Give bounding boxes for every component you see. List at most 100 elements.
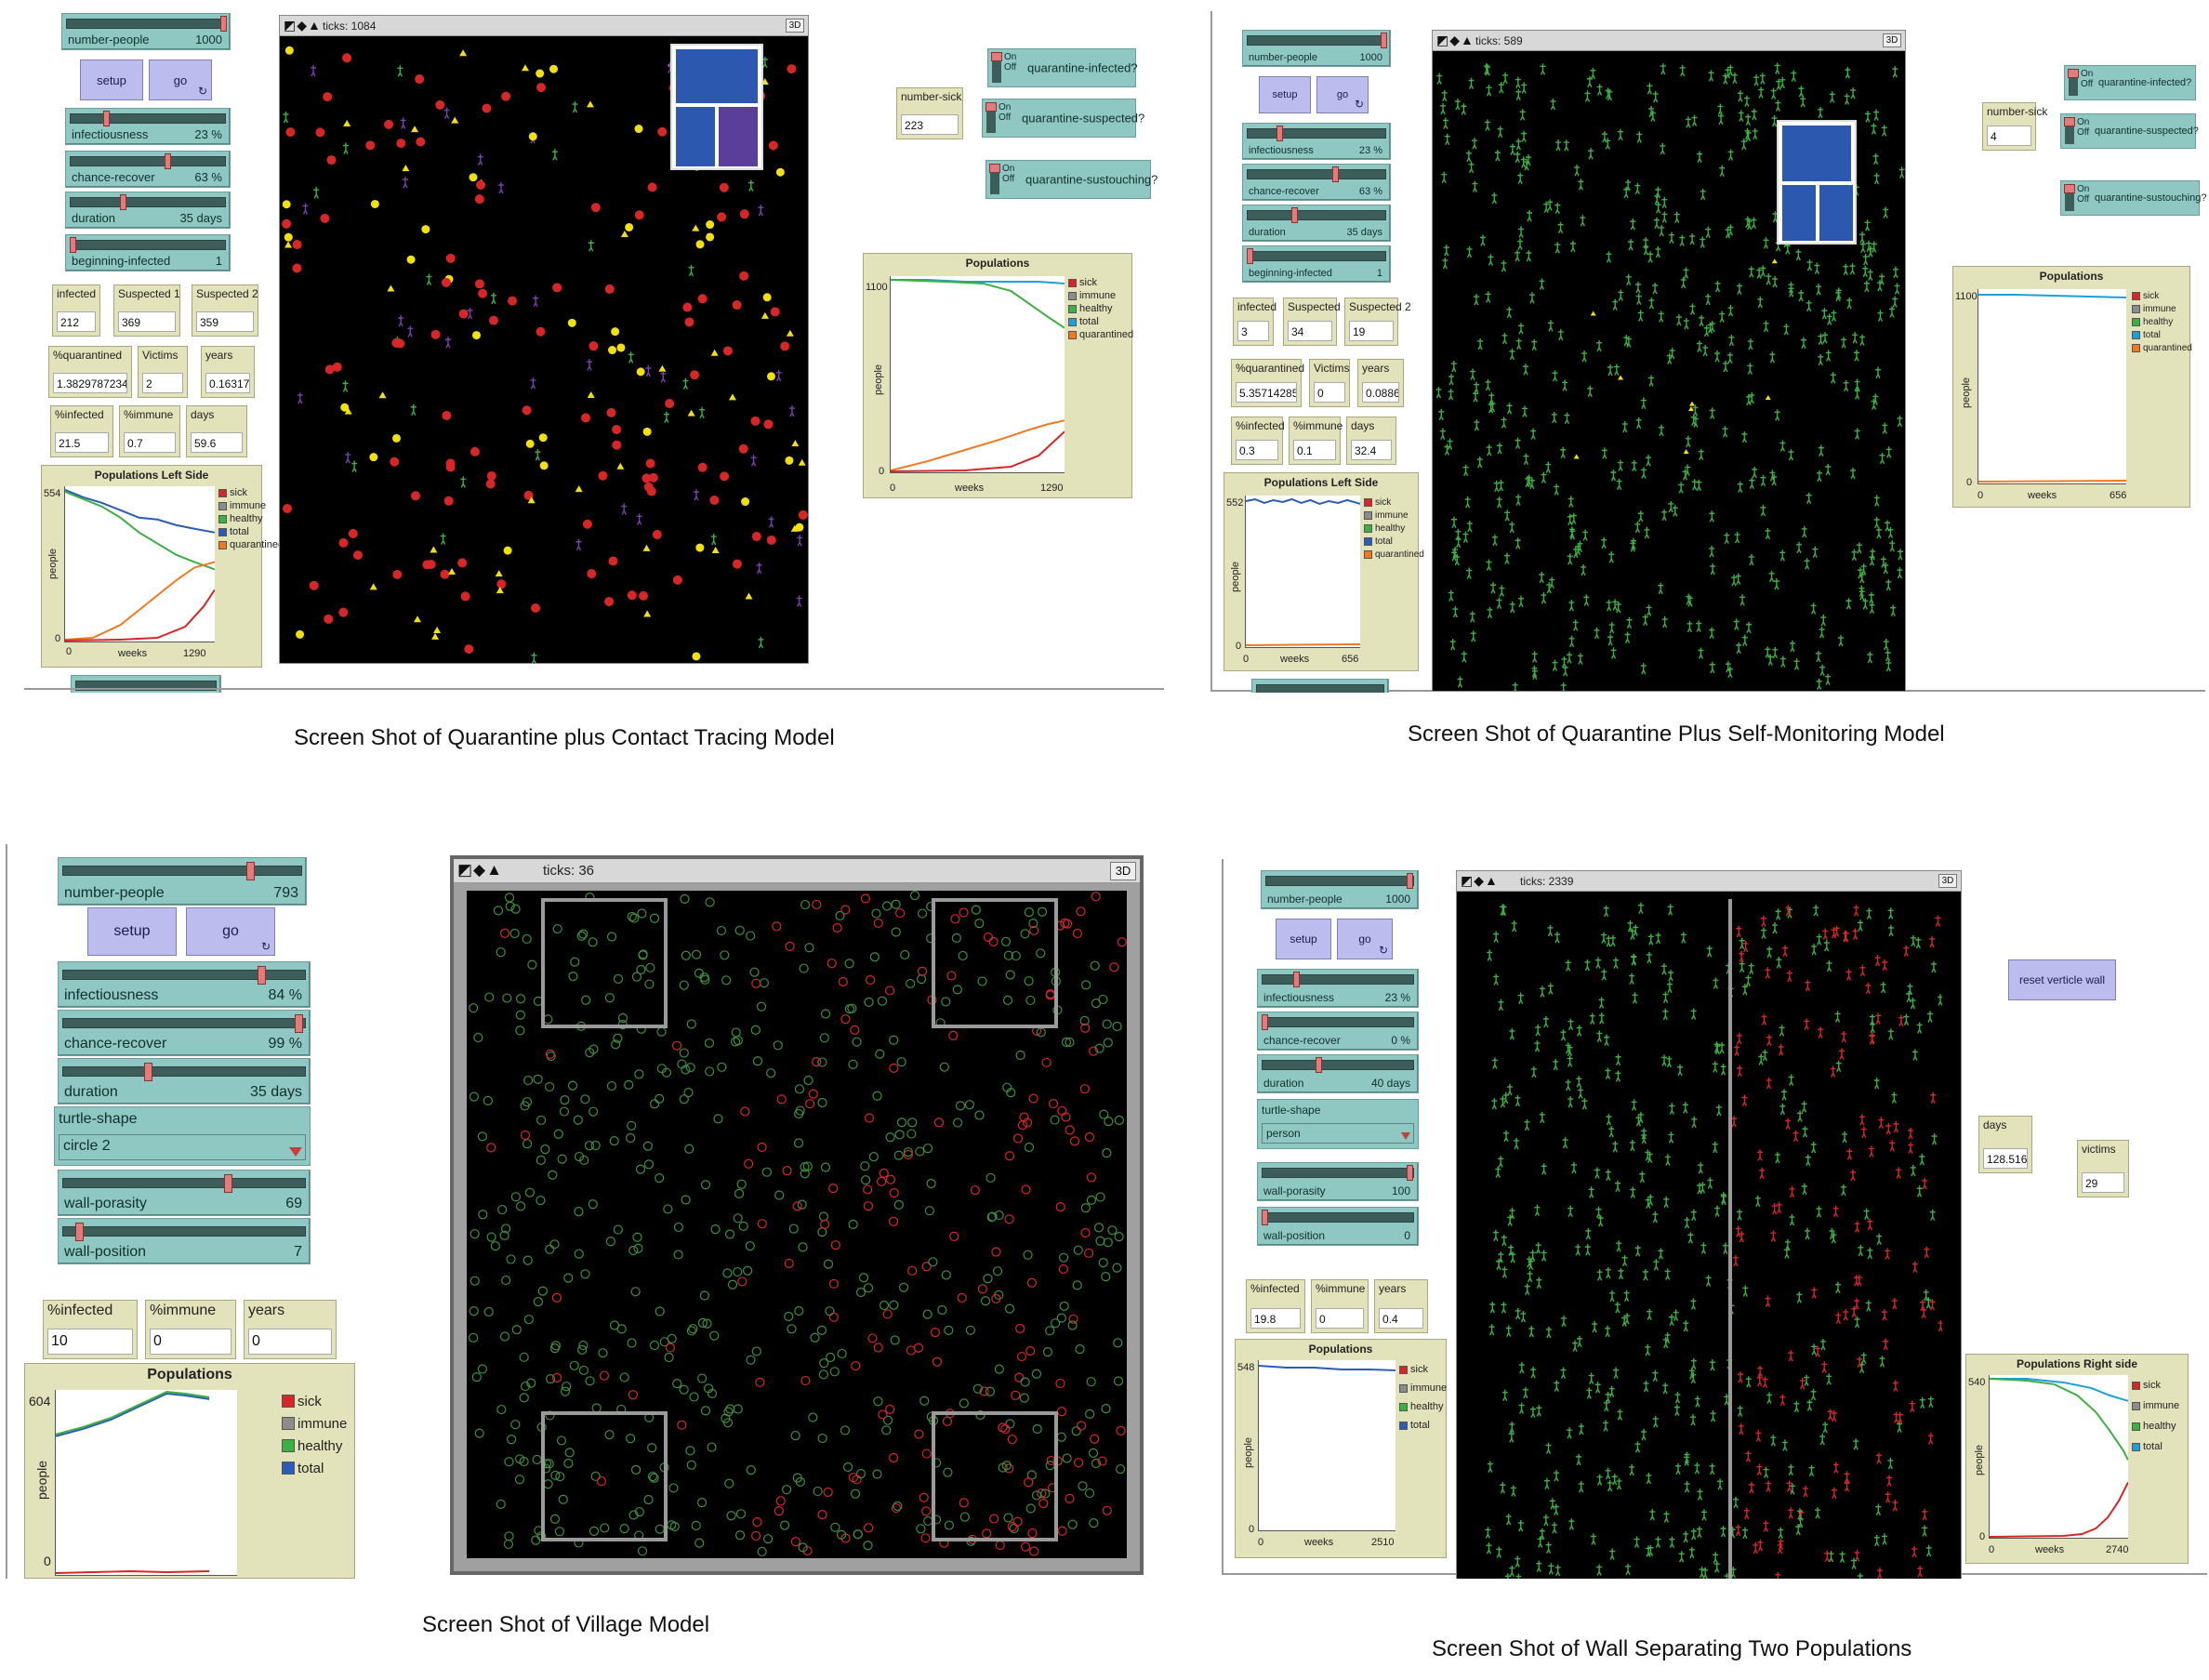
monitor-value: 128.5164 [1983,1148,2028,1169]
agent [906,1345,917,1356]
agent [1697,151,1703,163]
agent [840,1014,851,1025]
populations-left-plot: Populations Left Side 554 0 0 weeks 1290… [41,465,284,668]
agent [391,433,401,443]
agent [484,992,495,1002]
agent [1897,415,1903,428]
infectiousness-slider[interactable]: infectiousness 84 % [58,961,311,1008]
infectiousness-slider[interactable]: infectiousness 23 % [65,108,231,145]
chance-recover-slider[interactable]: chance-recover 63 % [1242,164,1391,201]
wall-porasity-slider[interactable]: wall-porasity 100 [1257,1162,1419,1201]
number-people-slider[interactable]: number-people 1000 [1242,30,1391,67]
3d-button[interactable]: 3D [1110,862,1136,880]
agent [776,1094,787,1105]
chance-recover-slider[interactable]: chance-recover 63 % [65,151,231,188]
number-people-slider[interactable]: number-people 1000 [1261,870,1419,909]
quarantine-sustouching-switch[interactable]: On Off quarantine-sustouching? [985,160,1157,199]
wall-position-slider[interactable]: wall-position 0 [1257,1207,1419,1246]
speed-controls-icon[interactable]: ◩◆▲ [457,861,503,880]
agent [1845,598,1852,610]
speed-controls-icon[interactable]: ◩◆▲ [1436,33,1475,48]
agent [734,925,745,935]
quarantine-sustouching-switch[interactable]: On Off quarantine-sustouching? [2060,180,2206,216]
agent [1076,906,1086,917]
agent [1011,1390,1021,1400]
world-view[interactable]: ◩◆▲ ticks: 2339 3D [1456,870,1962,1579]
chevron-down-icon[interactable] [289,1147,302,1157]
monitor-label: number-sick [1987,105,2048,118]
agent [928,1257,938,1267]
monitor-value: 2 [142,373,183,393]
wall-position-slider[interactable]: wall-position 7 [58,1218,311,1264]
quarantine-suspected-switch[interactable]: On Off quarantine-suspected? [2060,113,2199,149]
duration-slider[interactable]: duration 40 days [1257,1054,1419,1093]
quarantine-suspected-switch[interactable]: On Off quarantine-suspected? [982,99,1144,138]
agent [756,562,762,575]
agent [1819,627,1825,639]
speed-controls-icon[interactable]: ◩◆▲ [1461,873,1499,889]
setup-button[interactable]: setup [1259,76,1311,113]
agent [1498,480,1504,492]
number-people-slider[interactable]: number-people 793 [58,857,307,906]
agent [1655,202,1661,214]
agent [1859,241,1866,253]
agent [1757,1365,1764,1378]
agent [1816,470,1822,483]
agent [1436,73,1443,85]
caption-contact-tracing: Screen Shot of Quarantine plus Contact T… [294,725,835,750]
agent [1526,250,1532,262]
agent [858,1273,869,1283]
chevron-down-icon[interactable] [1401,1132,1410,1140]
healthy-series [891,278,1065,329]
3d-button[interactable]: 3D [786,19,804,33]
bottom-slider[interactable] [71,675,221,693]
infectiousness-slider[interactable]: infectiousness 23 % [1257,969,1419,1008]
agent [1541,1250,1547,1262]
legend-quarantined: quarantined [2132,341,2192,354]
bottom-slider[interactable] [1251,679,1389,693]
infectiousness-slider[interactable]: infectiousness 23 % [1242,123,1391,160]
go-button[interactable]: go ↻ [186,907,275,956]
agent [1690,1008,1697,1020]
agent [1611,1474,1618,1486]
speed-controls-icon[interactable]: ◩◆▲ [284,18,322,33]
agent [1497,126,1503,138]
duration-slider[interactable]: duration 35 days [58,1058,311,1105]
agent [787,1324,797,1334]
turtle-shape-chooser[interactable]: turtle-shape person [1257,1099,1419,1149]
go-button[interactable]: go ↻ [1337,919,1393,959]
agent [673,1222,684,1233]
world-view[interactable]: ◩◆▲ ticks: 1084 3D [279,15,809,664]
3d-button[interactable]: 3D [1938,874,1957,888]
agent [630,1287,641,1297]
chance-recover-slider[interactable]: chance-recover 99 % [58,1010,311,1056]
duration-slider[interactable]: duration 35 days [65,192,231,229]
quarantine-infected-switch[interactable]: On Off quarantine-infected? [987,48,1138,87]
setup-button[interactable]: setup [80,60,143,100]
agent [1700,1509,1707,1521]
wall-porasity-slider[interactable]: wall-porasity 69 [58,1170,311,1216]
go-button[interactable]: go ↻ [1316,76,1369,113]
setup-button[interactable]: setup [87,907,177,956]
3d-button[interactable]: 3D [1883,33,1901,47]
agent [1640,467,1647,479]
beginning-infected-slider[interactable]: beginning-infected 1 [1242,245,1391,283]
world-view[interactable]: ◩◆▲ ticks: 36 3D [450,855,1144,1575]
chance-recover-slider[interactable]: chance-recover 0 % [1257,1012,1419,1051]
agent [1773,578,1779,590]
turtle-shape-chooser[interactable]: turtle-shape circle 2 [54,1106,311,1166]
agent [474,279,484,289]
number-people-slider[interactable]: number-people 1000 [61,13,231,50]
beginning-infected-slider[interactable]: beginning-infected 1 [65,234,231,271]
reset-verticle-wall-button[interactable]: reset verticle wall [2008,959,2116,1000]
agent [827,959,837,969]
legend-immune: immune [218,499,284,512]
agent [478,1210,488,1220]
go-button[interactable]: go ↻ [149,60,212,100]
agent [1518,226,1525,238]
setup-button[interactable]: setup [1276,919,1331,959]
quarantine-infected-switch[interactable]: On Off quarantine-infected? [2064,65,2196,100]
world-view[interactable]: ◩◆▲ ticks: 589 3D [1432,30,1906,692]
duration-slider[interactable]: duration 35 days [1242,205,1391,242]
switch-label: quarantine-infected? [1027,60,1138,75]
